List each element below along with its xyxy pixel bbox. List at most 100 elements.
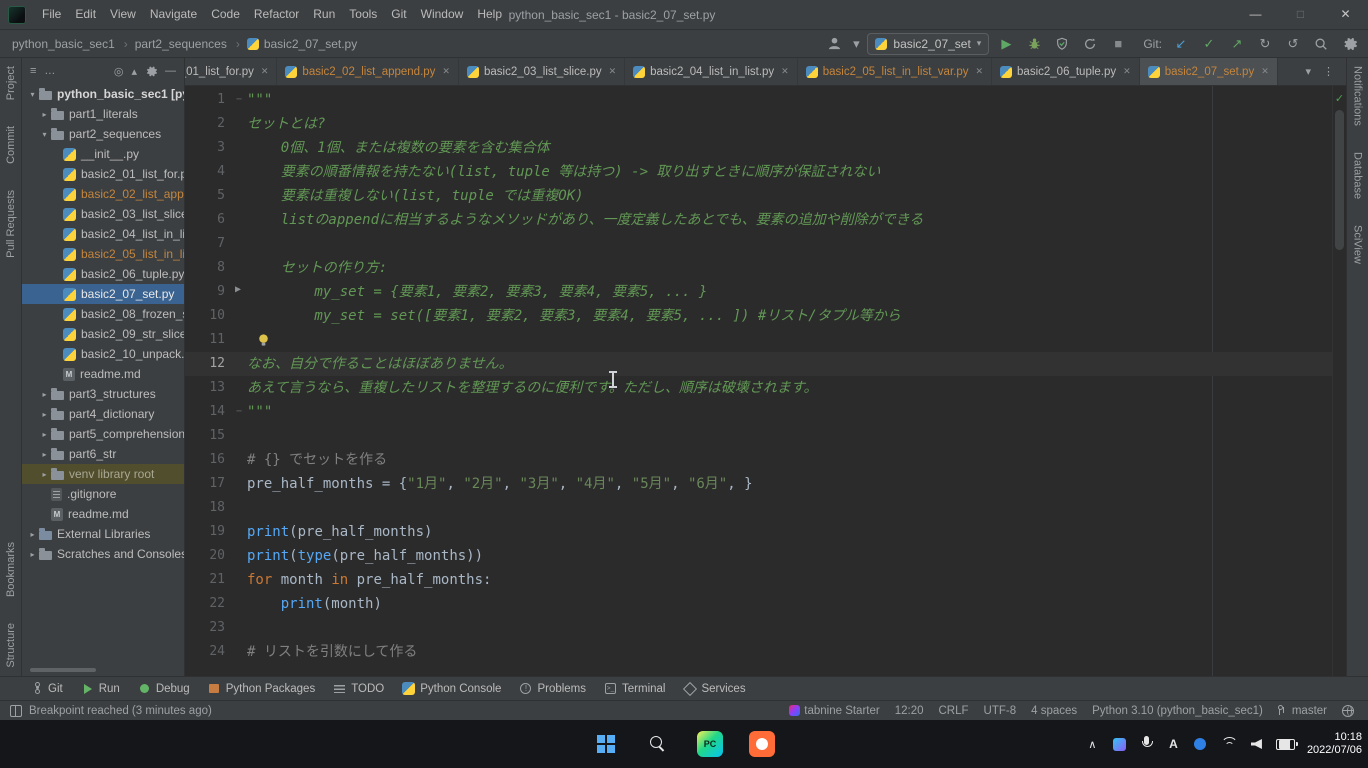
tool-window-button[interactable]: Pull Requests (5, 190, 17, 258)
git-commit-icon[interactable]: ✓ (1198, 33, 1220, 55)
breadcrumb-item[interactable]: basic2_07_set.py (229, 37, 359, 51)
ime-icon[interactable]: A (1166, 733, 1181, 755)
code-line[interactable]: 21for month in pre_half_months: (185, 568, 1332, 592)
rollback-icon[interactable]: ↺ (1282, 33, 1304, 55)
tray-chevron-icon[interactable]: ∧ (1085, 733, 1100, 755)
user-chevron-icon[interactable]: ▾ (851, 33, 861, 55)
tool-window-button[interactable]: Services (683, 682, 745, 695)
tree-item[interactable]: readme.md (22, 364, 184, 384)
tree-item[interactable]: .gitignore (22, 484, 184, 504)
tree-item[interactable]: basic2_03_list_slice.py (22, 204, 184, 224)
hide-panel-icon[interactable]: — (165, 65, 176, 77)
menu-item[interactable]: Tools (342, 0, 384, 29)
tool-window-button[interactable]: Python Packages (208, 682, 316, 695)
tool-window-button[interactable]: Structure (5, 623, 17, 668)
code-line[interactable]: 10 my_set = set([要素1, 要素2, 要素3, 要素4, 要素5… (185, 304, 1332, 328)
code-line[interactable]: 14−""" (185, 400, 1332, 424)
tab-close-icon[interactable]: ✕ (1123, 66, 1131, 77)
panel-settings-gear-icon[interactable] (145, 65, 157, 77)
tree-item[interactable]: ▸ part5_comprehension (22, 424, 184, 444)
tool-window-button[interactable]: Git (30, 682, 63, 695)
close-button[interactable]: ✕ (1323, 0, 1368, 29)
menu-item[interactable]: Edit (68, 0, 103, 29)
line-number[interactable]: 21 (185, 568, 231, 592)
intention-bulb-icon[interactable] (257, 333, 270, 351)
tree-item[interactable]: basic2_02_list_append (22, 184, 184, 204)
profiler-button[interactable] (1079, 33, 1101, 55)
menu-item[interactable]: Git (384, 0, 413, 29)
status-item[interactable]: tabnine Starter (789, 705, 879, 717)
menu-item[interactable]: Help (470, 0, 509, 29)
code-line[interactable]: 2セットとは? (185, 112, 1332, 136)
tree-chevron-icon[interactable]: ▾ (27, 90, 38, 99)
menu-item[interactable]: Run (306, 0, 342, 29)
breadcrumb-item[interactable]: part2_sequences (117, 37, 229, 51)
tree-chevron-icon[interactable]: ▸ (39, 470, 50, 479)
coverage-button[interactable] (1051, 33, 1073, 55)
tree-item[interactable]: ▸ External Libraries (22, 524, 184, 544)
line-number[interactable]: 22 (185, 592, 231, 616)
tool-window-button[interactable]: Problems (519, 682, 586, 695)
code-line[interactable]: 4 要素の順番情報を持たない(list, tuple 等は持つ) -> 取り出す… (185, 160, 1332, 184)
tree-chevron-icon[interactable]: ▸ (39, 430, 50, 439)
line-number[interactable]: 6 (185, 208, 231, 232)
stop-button[interactable]: ■ (1107, 33, 1129, 55)
tree-chevron-icon[interactable]: ▸ (27, 530, 38, 539)
tree-item[interactable]: ▸ venv library root (22, 464, 184, 484)
menu-item[interactable]: Navigate (143, 0, 204, 29)
fold-marker-icon[interactable]: − (231, 88, 247, 112)
code-editor[interactable]: 1−"""2セットとは?3 0個、1個、または複数の要素を含む集合体4 要素の順… (185, 86, 1332, 676)
tab-close-icon[interactable]: ✕ (442, 66, 450, 77)
code-line[interactable]: 18 (185, 496, 1332, 520)
volume-icon[interactable] (1249, 733, 1264, 755)
tree-item[interactable]: readme.md (22, 504, 184, 524)
line-number[interactable]: 14 (185, 400, 231, 424)
code-line[interactable]: 17pre_half_months = {"1月", "2月", "3月", "… (185, 472, 1332, 496)
line-number[interactable]: 24 (185, 640, 231, 664)
status-item[interactable]: 4 spaces (1031, 705, 1077, 717)
hidden-tabs-chevron-icon[interactable]: ▾ (1305, 65, 1311, 78)
tree-item[interactable]: ▸ part6_str (22, 444, 184, 464)
fold-marker-icon[interactable]: − (231, 400, 247, 424)
status-item[interactable]: Python 3.10 (python_basic_sec1) (1092, 705, 1263, 717)
editor-scrollbar[interactable]: ✓ (1332, 86, 1346, 676)
settings-gear-icon[interactable] (1338, 33, 1360, 55)
tool-window-button[interactable]: SciView (1352, 225, 1364, 264)
taskbar-clock[interactable]: 10:18 2022/07/06 (1307, 731, 1368, 757)
tree-item[interactable]: basic2_09_str_slice.py (22, 324, 184, 344)
tree-item[interactable]: basic2_04_list_in_list.p (22, 224, 184, 244)
tree-chevron-icon[interactable]: ▸ (39, 450, 50, 459)
editor-tab[interactable]: basic2_06_tuple.py ✕ (992, 58, 1140, 85)
line-number[interactable]: 13 (185, 376, 231, 400)
tab-close-icon[interactable]: ✕ (609, 66, 617, 77)
line-number[interactable]: 19 (185, 520, 231, 544)
wifi-icon[interactable] (1220, 733, 1237, 755)
tray-dot-icon[interactable] (1193, 733, 1208, 755)
tool-window-button[interactable]: Python Console (402, 682, 501, 695)
status-message-area[interactable]: Breakpoint reached (3 minutes ago) (10, 705, 212, 717)
tool-window-button[interactable]: Database (1352, 152, 1364, 199)
line-number[interactable]: 1 (185, 88, 231, 112)
tool-window-button[interactable]: Bookmarks (5, 542, 17, 597)
run-button[interactable]: ▶ (995, 33, 1017, 55)
code-line[interactable]: 12なお、自分で作ることはほぼありません。 (185, 352, 1332, 376)
code-line[interactable]: 9 my_set = {要素1, 要素2, 要素3, 要素4, 要素5, ...… (185, 280, 1332, 304)
tool-window-button[interactable]: Debug (138, 682, 190, 695)
menu-item[interactable]: Refactor (247, 0, 306, 29)
menu-item[interactable]: Window (414, 0, 471, 29)
code-line[interactable]: 11 (185, 328, 1332, 352)
line-number[interactable]: 5 (185, 184, 231, 208)
run-configuration-select[interactable]: basic2_07_set ▾ (867, 33, 989, 55)
tab-close-icon[interactable]: ✕ (781, 66, 789, 77)
status-item[interactable]: 12:20 (895, 705, 924, 717)
line-number[interactable]: 18 (185, 496, 231, 520)
inspections-ok-icon[interactable]: ✓ (1333, 92, 1346, 105)
line-number[interactable]: 10 (185, 304, 231, 328)
project-horizontal-scrollbar[interactable] (30, 668, 96, 672)
line-number[interactable]: 8 (185, 256, 231, 280)
code-line[interactable]: 24# リストを引数にして作る (185, 640, 1332, 664)
status-item[interactable]: UTF-8 (984, 705, 1017, 717)
start-button[interactable] (589, 724, 623, 764)
code-line[interactable]: 8 セットの作り方: (185, 256, 1332, 280)
locate-file-icon[interactable]: ◎ (114, 65, 124, 78)
